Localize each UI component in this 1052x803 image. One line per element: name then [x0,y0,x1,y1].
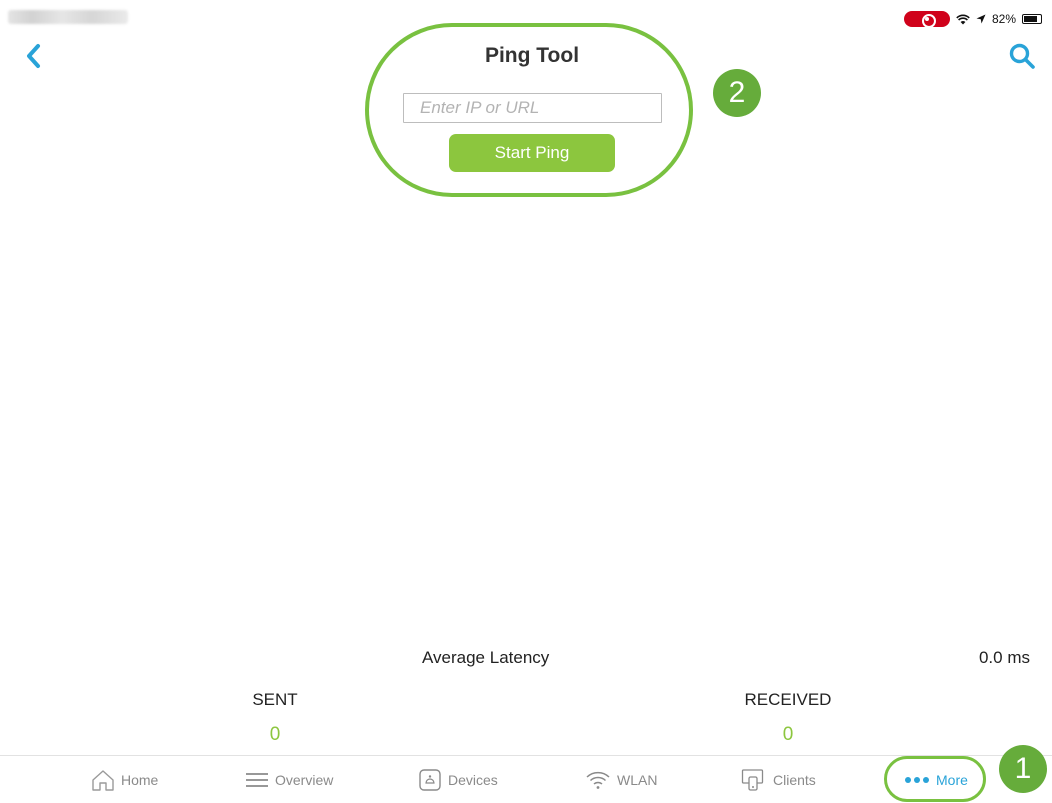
received-value: 0 [782,724,794,745]
step-1-badge: 1 [999,745,1047,793]
home-icon [92,770,114,791]
tab-clients[interactable]: Clients [741,756,816,803]
tab-clients-label: Clients [773,772,816,788]
tab-overview[interactable]: Overview [245,756,333,803]
tab-more[interactable]: More [904,756,968,803]
menu-lines-icon [246,773,268,787]
tab-devices[interactable]: Devices [418,756,498,803]
screen-recording-icon [903,11,950,28]
tab-wlan-label: WLAN [617,772,658,788]
tab-devices-label: Devices [448,772,498,788]
tab-overview-label: Overview [275,772,334,788]
sent-label: SENT [252,690,298,709]
clients-icon [741,769,764,791]
status-bar-indicators: 82% [903,11,1042,28]
step-2-badge: 2 [713,69,761,117]
tab-home[interactable]: Home [91,756,158,803]
start-ping-button[interactable]: Start Ping [449,134,615,172]
sent-value: 0 [269,724,281,745]
tab-home-label: Home [121,772,159,788]
average-latency-value: 0.0 ms [978,648,1030,667]
bottom-tab-bar: Home Overview Devices WLAN Clients More [0,755,1052,803]
wifi-status-icon [956,14,970,24]
tab-more-label: More [936,772,968,788]
battery-icon [1022,14,1042,24]
more-dots-icon [905,777,929,783]
average-latency-label: Average Latency [422,648,550,667]
wifi-icon [586,771,610,789]
device-icon [419,769,441,791]
tab-wlan[interactable]: WLAN [585,756,657,803]
ip-url-input[interactable] [403,93,662,123]
location-icon [976,14,986,24]
battery-percent: 82% [991,12,1016,26]
received-label: RECEIVED [744,690,832,709]
page-title: Ping Tool [484,44,580,67]
status-bar-time [8,10,128,24]
